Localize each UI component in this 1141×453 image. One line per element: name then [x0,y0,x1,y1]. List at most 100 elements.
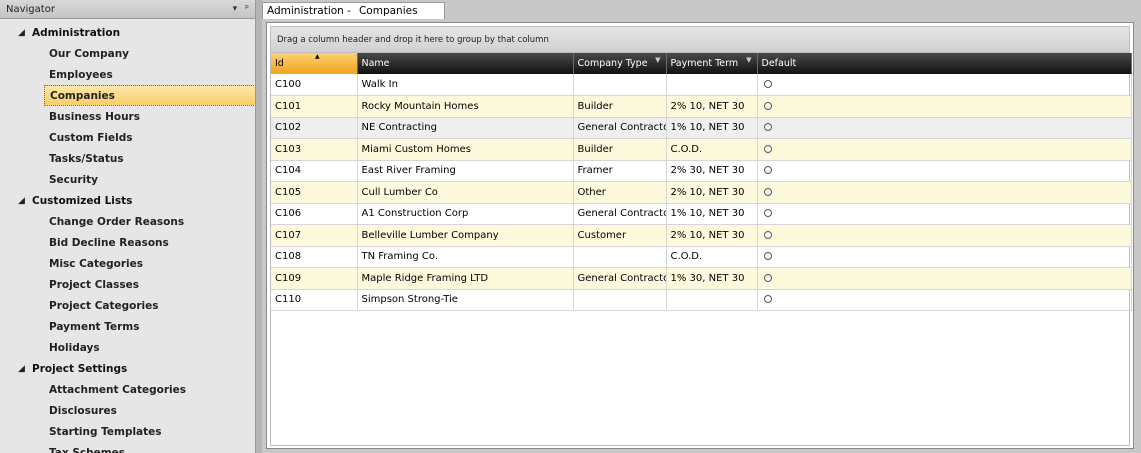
table-row[interactable]: C105 Cull Lumber Co Other 2% 10, NET 30 [271,181,1132,204]
table-row[interactable]: C101 Rocky Mountain Homes Builder 2% 10, NE… [271,95,1132,118]
cell-id[interactable]: C110 [271,289,358,311]
cell-name[interactable]: Rocky Mountain Homes [357,95,574,118]
expand-triangle-icon[interactable]: ◢ [18,196,32,206]
cell-company-type[interactable] [573,246,667,268]
cell-name[interactable]: Simpson Strong-Tie [357,289,574,311]
nav-item[interactable]: Holidays [0,337,255,358]
table-row[interactable]: C102 NE Contracting General Contractor 1% 1… [271,117,1132,139]
default-radio[interactable] [763,166,772,175]
column-header-default[interactable]: Default [757,53,1132,74]
cell-payment-term[interactable] [666,74,758,96]
cell-payment-term[interactable] [666,289,758,311]
pin-icon[interactable]: ᵖ [245,4,249,14]
cell-company-type[interactable]: Customer [573,224,667,247]
cell-company-type[interactable] [573,289,667,311]
cell-payment-term[interactable]: 2% 30, NET 30 [666,160,758,182]
nav-item[interactable]: Security [0,169,255,190]
nav-item[interactable]: Disclosures [0,400,255,421]
cell-company-type[interactable]: General Contractor [573,267,667,290]
cell-payment-term[interactable]: C.O.D. [666,138,758,161]
table-row[interactable]: C109 Maple Ridge Framing LTD General Contr… [271,267,1132,290]
cell-company-type[interactable]: Other [573,181,667,204]
nav-item[interactable]: Attachment Categories [0,379,255,400]
cell-name[interactable]: Walk In [357,74,574,96]
cell-id[interactable]: C109 [271,267,358,290]
default-radio[interactable] [763,101,772,110]
cell-company-type[interactable]: General Contractor [573,117,667,139]
nav-item[interactable]: Employees [0,64,255,85]
cell-payment-term[interactable]: 2% 10, NET 30 [666,95,758,118]
cell-id[interactable]: C103 [271,138,358,161]
cell-id[interactable]: C102 [271,117,358,139]
table-row[interactable]: C103 Miami Custom Homes Builder C.O.D. [271,138,1132,161]
cell-company-type[interactable] [573,74,667,96]
table-row[interactable]: C104 East River Framing Framer 2% 30, NET 3… [271,160,1132,182]
table-row[interactable]: C110 Simpson Strong-Tie [271,289,1132,311]
nav-item[interactable]: Project Categories [0,295,255,316]
nav-item[interactable]: Change Order Reasons [0,211,255,232]
cell-payment-term[interactable]: 2% 10, NET 30 [666,181,758,204]
cell-id[interactable]: C101 [271,95,358,118]
cell-company-type[interactable]: Builder [573,138,667,161]
default-radio[interactable] [763,252,772,261]
cell-name[interactable]: Miami Custom Homes [357,138,574,161]
nav-item[interactable]: Starting Templates [0,421,255,442]
cell-name[interactable]: Belleville Lumber Company [357,224,574,247]
cell-name[interactable]: East River Framing [357,160,574,182]
column-header-payment-term[interactable]: Payment Term ▼ [666,53,758,74]
default-radio[interactable] [763,144,772,153]
column-header-company-type[interactable]: Company Type ▼ [573,53,667,74]
default-radio[interactable] [763,209,772,218]
tab-companies[interactable]: Administration - Companies [262,2,445,19]
nav-item[interactable]: Bid Decline Reasons [0,232,255,253]
nav-group[interactable]: ◢ Project Settings [0,358,255,379]
cell-company-type[interactable]: Builder [573,95,667,118]
cell-payment-term[interactable]: 1% 10, NET 30 [666,203,758,225]
column-header-name[interactable]: Name [357,53,574,74]
nav-item[interactable]: Business Hours [0,106,255,127]
cell-id[interactable]: C107 [271,224,358,247]
cell-id[interactable]: C108 [271,246,358,268]
cell-name[interactable]: Maple Ridge Framing LTD [357,267,574,290]
nav-item[interactable]: Custom Fields [0,127,255,148]
dropdown-icon[interactable]: ▾ [233,4,238,14]
cell-name[interactable]: A1 Construction Corp [357,203,574,225]
table-row[interactable]: C106 A1 Construction Corp General Contract… [271,203,1132,225]
table-row[interactable]: C108 TN Framing Co. C.O.D. [271,246,1132,268]
default-radio[interactable] [763,123,772,132]
cell-name[interactable]: Cull Lumber Co [357,181,574,204]
table-row[interactable]: C100 Walk In [271,74,1132,96]
column-header-id[interactable]: Id ▲ [271,53,358,74]
expand-triangle-icon[interactable]: ◢ [18,28,32,38]
filter-icon[interactable]: ▼ [746,56,751,64]
table-row[interactable]: C107 Belleville Lumber Company Customer 2% … [271,224,1132,247]
cell-name[interactable]: TN Framing Co. [357,246,574,268]
default-radio[interactable] [763,295,772,304]
default-radio[interactable] [763,80,772,88]
cell-payment-term[interactable]: 1% 10, NET 30 [666,117,758,139]
cell-company-type[interactable]: Framer [573,160,667,182]
nav-item[interactable]: Tax Schemes [0,442,255,453]
nav-item[interactable]: Project Classes [0,274,255,295]
group-by-panel[interactable]: Drag a column header and drop it here to… [271,27,1129,53]
default-radio[interactable] [763,187,772,196]
expand-triangle-icon[interactable]: ◢ [18,364,32,374]
cell-id[interactable]: C100 [271,74,358,96]
cell-payment-term[interactable]: C.O.D. [666,246,758,268]
nav-item[interactable]: Payment Terms [0,316,255,337]
cell-name[interactable]: NE Contracting [357,117,574,139]
default-radio[interactable] [763,230,772,239]
filter-icon[interactable]: ▼ [655,56,660,64]
nav-group[interactable]: ◢ Administration [0,22,255,43]
default-radio[interactable] [763,273,772,282]
cell-id[interactable]: C104 [271,160,358,182]
cell-id[interactable]: C105 [271,181,358,204]
cell-payment-term[interactable]: 1% 30, NET 30 [666,267,758,290]
nav-item[interactable]: Misc Categories [0,253,255,274]
cell-payment-term[interactable]: 2% 10, NET 30 [666,224,758,247]
nav-item[interactable]: Our Company [0,43,255,64]
cell-id[interactable]: C106 [271,203,358,225]
cell-company-type[interactable]: General Contractor [573,203,667,225]
nav-item[interactable]: Tasks/Status [0,148,255,169]
nav-item[interactable]: Companies [44,85,255,106]
